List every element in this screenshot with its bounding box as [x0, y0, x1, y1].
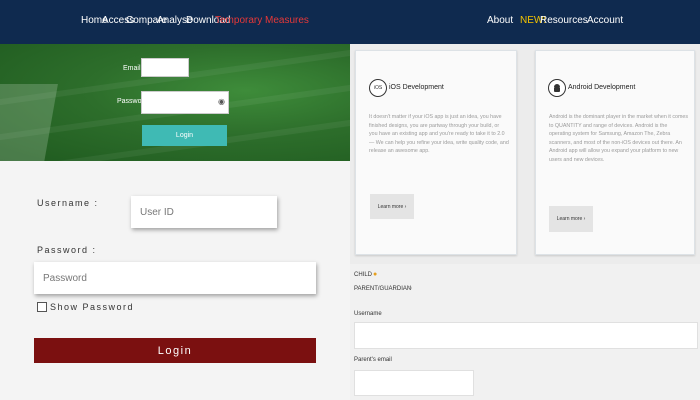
- eye-icon[interactable]: ◉: [218, 97, 225, 106]
- android-learn-more-button[interactable]: Learn more ›: [549, 206, 593, 232]
- parent-option-label[interactable]: PARENT/GUARDIAN: [354, 286, 411, 292]
- show-password-label[interactable]: Show Password: [50, 302, 134, 312]
- child-option-label[interactable]: CHILD: [354, 272, 372, 278]
- password-input[interactable]: Password: [34, 262, 316, 294]
- login-button[interactable]: Login: [34, 338, 316, 363]
- hero-banner: Email Password ◉ Login: [0, 44, 350, 161]
- child-radio-selected[interactable]: ●: [373, 271, 377, 278]
- nav-temporary-measures[interactable]: Temporary Measures: [215, 15, 309, 26]
- android-icon: [548, 79, 566, 97]
- hero-password-input[interactable]: ◉: [141, 91, 229, 114]
- signup-username-input[interactable]: [354, 322, 698, 349]
- ios-card-title: iOS Development: [389, 84, 444, 91]
- hero-email-input[interactable]: [141, 58, 189, 77]
- username-label: Username :: [37, 198, 99, 208]
- ios-card-body: It doesn't matter if your iOS app is jus…: [369, 114, 509, 155]
- ios-learn-more-button[interactable]: Learn more ›: [370, 194, 414, 219]
- nav-resources[interactable]: Resources: [540, 15, 588, 26]
- apple-icon: iOS: [369, 79, 387, 97]
- android-card-title: Android Development: [568, 84, 636, 91]
- nav-about[interactable]: About: [487, 15, 513, 26]
- password-label: Password :: [37, 245, 97, 255]
- android-card: Android Development Android is the domin…: [535, 50, 695, 255]
- top-navbar: Home Access Compare Analyse Download Tem…: [0, 0, 700, 44]
- parent-email-label: Parent's email: [354, 357, 392, 363]
- hero-login-button[interactable]: Login: [142, 125, 227, 146]
- signup-username-label: Username: [354, 311, 382, 317]
- parent-email-input[interactable]: [354, 370, 474, 396]
- show-password-checkbox[interactable]: [37, 302, 47, 312]
- android-card-body: Android is the dominant player in the ma…: [549, 114, 688, 163]
- hero-structure-image: [0, 84, 58, 161]
- hero-email-label: Email: [123, 65, 141, 72]
- username-input[interactable]: User ID: [131, 196, 277, 228]
- ios-card: iOS iOS Development It doesn't matter if…: [355, 50, 517, 255]
- android-icon-glyph: [554, 83, 560, 92]
- nav-account[interactable]: Account: [587, 15, 623, 26]
- parent-radio[interactable]: ○: [408, 285, 412, 292]
